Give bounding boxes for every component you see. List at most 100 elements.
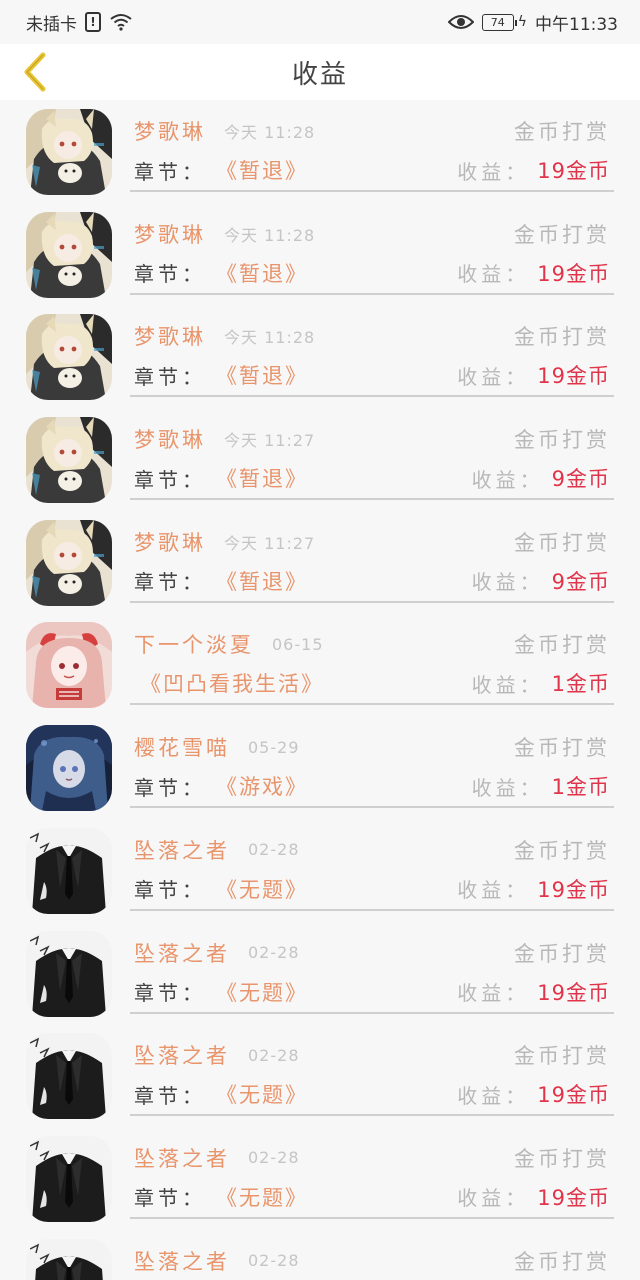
- earning-value: 9金币: [551, 569, 610, 594]
- row-line-bottom: 章节： 《暂退》 收益： 19金币: [134, 154, 610, 186]
- user-avatar[interactable]: [26, 622, 112, 709]
- chapter-label: 章节：: [134, 775, 206, 800]
- earning-group: 收益： 19金币: [457, 155, 610, 185]
- suit-man-avatar-image: [26, 930, 112, 1017]
- earning-row[interactable]: 坠落之者 02-28 金币打赏 章节： 《无题》 收益： 19金币: [0, 922, 640, 1025]
- chapter-name[interactable]: 《无题》: [216, 874, 308, 904]
- earning-row[interactable]: 下一个淡夏 06-15 金币打赏 《凹凸看我生活》 收益： 1金币: [0, 613, 640, 716]
- earning-value: 19金币: [537, 159, 610, 183]
- user-avatar[interactable]: [26, 314, 112, 401]
- row-line-top: 梦歌琳 今天 11:28 金币打赏: [134, 219, 610, 249]
- user-name[interactable]: 坠落之者: [134, 835, 230, 865]
- battery-level: 74: [490, 15, 505, 29]
- reward-type: 金币打赏: [514, 1044, 610, 1069]
- chapter-name[interactable]: 《无题》: [216, 1079, 308, 1109]
- timestamp: 02-28: [248, 840, 300, 860]
- row-line-bottom: 章节： 《无题》 收益： 19金币: [134, 976, 610, 1008]
- row-content: 梦歌琳 今天 11:27 金币打赏 章节： 《暂退》 收益： 9金币: [130, 408, 614, 501]
- row-line-bottom: 章节： 《无题》 收益： 19金币: [134, 1078, 610, 1110]
- user-avatar[interactable]: [26, 1033, 112, 1120]
- status-left: 未插卡 !: [26, 10, 133, 35]
- reward-type: 金币打赏: [514, 325, 610, 350]
- earning-row[interactable]: 坠落之者 02-28 金币打赏 章节： 《无题》 收益： 19金币: [0, 1127, 640, 1230]
- user-avatar[interactable]: [26, 519, 112, 606]
- earning-row[interactable]: 梦歌琳 今天 11:28 金币打赏 章节： 《暂退》 收益： 19金币: [0, 203, 640, 306]
- user-name[interactable]: 坠落之者: [134, 1040, 230, 1070]
- earning-row[interactable]: 梦歌琳 今天 11:28 金币打赏 章节： 《暂退》 收益： 19金币: [0, 100, 640, 203]
- reward-type: 金币打赏: [514, 838, 610, 863]
- row-line-bottom: 章节： 《无题》 收益： 19金币: [134, 1181, 610, 1213]
- earning-row[interactable]: 坠落之者 02-28 金币打赏 章节： 《无题》 收益： 19金币: [0, 819, 640, 922]
- user-avatar[interactable]: [26, 109, 112, 195]
- chapter-name[interactable]: 《凹凸看我生活》: [140, 668, 324, 698]
- reward-type: 金币打赏: [514, 530, 610, 555]
- chapter-label: 章节：: [134, 570, 206, 595]
- chapter-name[interactable]: 《暂退》: [216, 566, 308, 596]
- user-name[interactable]: 樱花雪喵: [134, 732, 230, 762]
- earning-row[interactable]: 坠落之者 02-28 金币打赏: [0, 1230, 640, 1280]
- user-name[interactable]: 坠落之者: [134, 1246, 230, 1276]
- earning-label: 收益：: [457, 981, 530, 1005]
- row-content: 下一个淡夏 06-15 金币打赏 《凹凸看我生活》 收益： 1金币: [130, 613, 614, 706]
- eye-icon: [447, 15, 474, 29]
- user-name[interactable]: 下一个淡夏: [134, 629, 254, 659]
- chapter-name[interactable]: 《无题》: [216, 1182, 308, 1212]
- pink-girl-avatar-image: [26, 622, 112, 709]
- fox-girl-avatar-image: [26, 314, 112, 401]
- user-name[interactable]: 坠落之者: [134, 1143, 230, 1173]
- user-avatar[interactable]: [26, 211, 112, 298]
- chapter-name[interactable]: 《暂退》: [216, 155, 308, 185]
- user-avatar[interactable]: [26, 417, 112, 504]
- earning-value: 19金币: [537, 364, 610, 389]
- page-title: 收益: [291, 59, 348, 90]
- chapter-label: 章节：: [134, 467, 206, 492]
- earning-label: 收益：: [457, 878, 530, 903]
- user-name[interactable]: 梦歌琳: [134, 424, 206, 454]
- row-content: 坠落之者 02-28 金币打赏 章节： 《无题》 收益： 19金币: [130, 819, 614, 911]
- chapter-label: 章节：: [134, 1083, 206, 1108]
- chapter-name[interactable]: 《暂退》: [216, 258, 308, 288]
- earning-row[interactable]: 樱花雪喵 05-29 金币打赏 章节： 《游戏》 收益： 1金币: [0, 716, 640, 819]
- earning-value: 9金币: [551, 467, 610, 492]
- earning-group: 收益： 19金币: [457, 1079, 610, 1109]
- user-avatar[interactable]: [26, 725, 112, 812]
- earning-group: 收益： 1金币: [472, 668, 610, 698]
- timestamp: 今天 11:28: [224, 123, 316, 142]
- chapter-name[interactable]: 《暂退》: [216, 463, 308, 493]
- user-name[interactable]: 梦歌琳: [134, 321, 206, 351]
- earning-row[interactable]: 梦歌琳 今天 11:27 金币打赏 章节： 《暂退》 收益： 9金币: [0, 511, 640, 614]
- fox-girl-avatar-image: [26, 109, 112, 195]
- earning-row[interactable]: 坠落之者 02-28 金币打赏 章节： 《无题》 收益： 19金币: [0, 1024, 640, 1127]
- reward-type: 金币打赏: [514, 941, 610, 966]
- back-button[interactable]: [14, 50, 54, 94]
- reward-type: 金币打赏: [514, 1146, 610, 1171]
- chapter-label: 章节：: [134, 262, 206, 287]
- row-content: 樱花雪喵 05-29 金币打赏 章节： 《游戏》 收益： 1金币: [130, 716, 614, 809]
- row-line-bottom: 章节： 《游戏》 收益： 1金币: [134, 770, 610, 802]
- reward-type: 金币打赏: [514, 736, 610, 761]
- user-name[interactable]: 梦歌琳: [134, 527, 206, 557]
- user-name[interactable]: 梦歌琳: [134, 219, 206, 249]
- earning-row[interactable]: 梦歌琳 今天 11:28 金币打赏 章节： 《暂退》 收益： 19金币: [0, 305, 640, 408]
- row-content: 梦歌琳 今天 11:28 金币打赏 章节： 《暂退》 收益： 19金币: [130, 305, 614, 398]
- earning-value: 19金币: [537, 1083, 610, 1108]
- earning-label: 收益：: [471, 775, 544, 800]
- suit-man-avatar-image: [26, 1033, 112, 1120]
- user-avatar[interactable]: [26, 1135, 112, 1222]
- chapter-name[interactable]: 《无题》: [216, 977, 308, 1007]
- user-name[interactable]: 梦歌琳: [134, 116, 206, 146]
- earning-label: 收益：: [457, 1186, 530, 1211]
- timestamp: 02-28: [248, 1148, 300, 1168]
- chapter-name[interactable]: 《游戏》: [216, 771, 308, 801]
- row-content: 坠落之者 02-28 金币打赏 章节： 《无题》 收益： 19金币: [130, 1127, 614, 1219]
- row-line-bottom: 章节： 《暂退》 收益： 19金币: [134, 257, 610, 289]
- user-avatar[interactable]: [26, 930, 112, 1017]
- row-line-top: 坠落之者 02-28 金币打赏: [134, 835, 610, 865]
- earning-row[interactable]: 梦歌琳 今天 11:27 金币打赏 章节： 《暂退》 收益： 9金币: [0, 408, 640, 511]
- chapter-name[interactable]: 《暂退》: [216, 360, 308, 390]
- blue-girl-avatar-image: [26, 725, 112, 812]
- user-name[interactable]: 坠落之者: [134, 938, 230, 968]
- earning-label: 收益：: [457, 159, 530, 184]
- user-avatar[interactable]: [26, 827, 112, 914]
- user-avatar[interactable]: [26, 1238, 112, 1280]
